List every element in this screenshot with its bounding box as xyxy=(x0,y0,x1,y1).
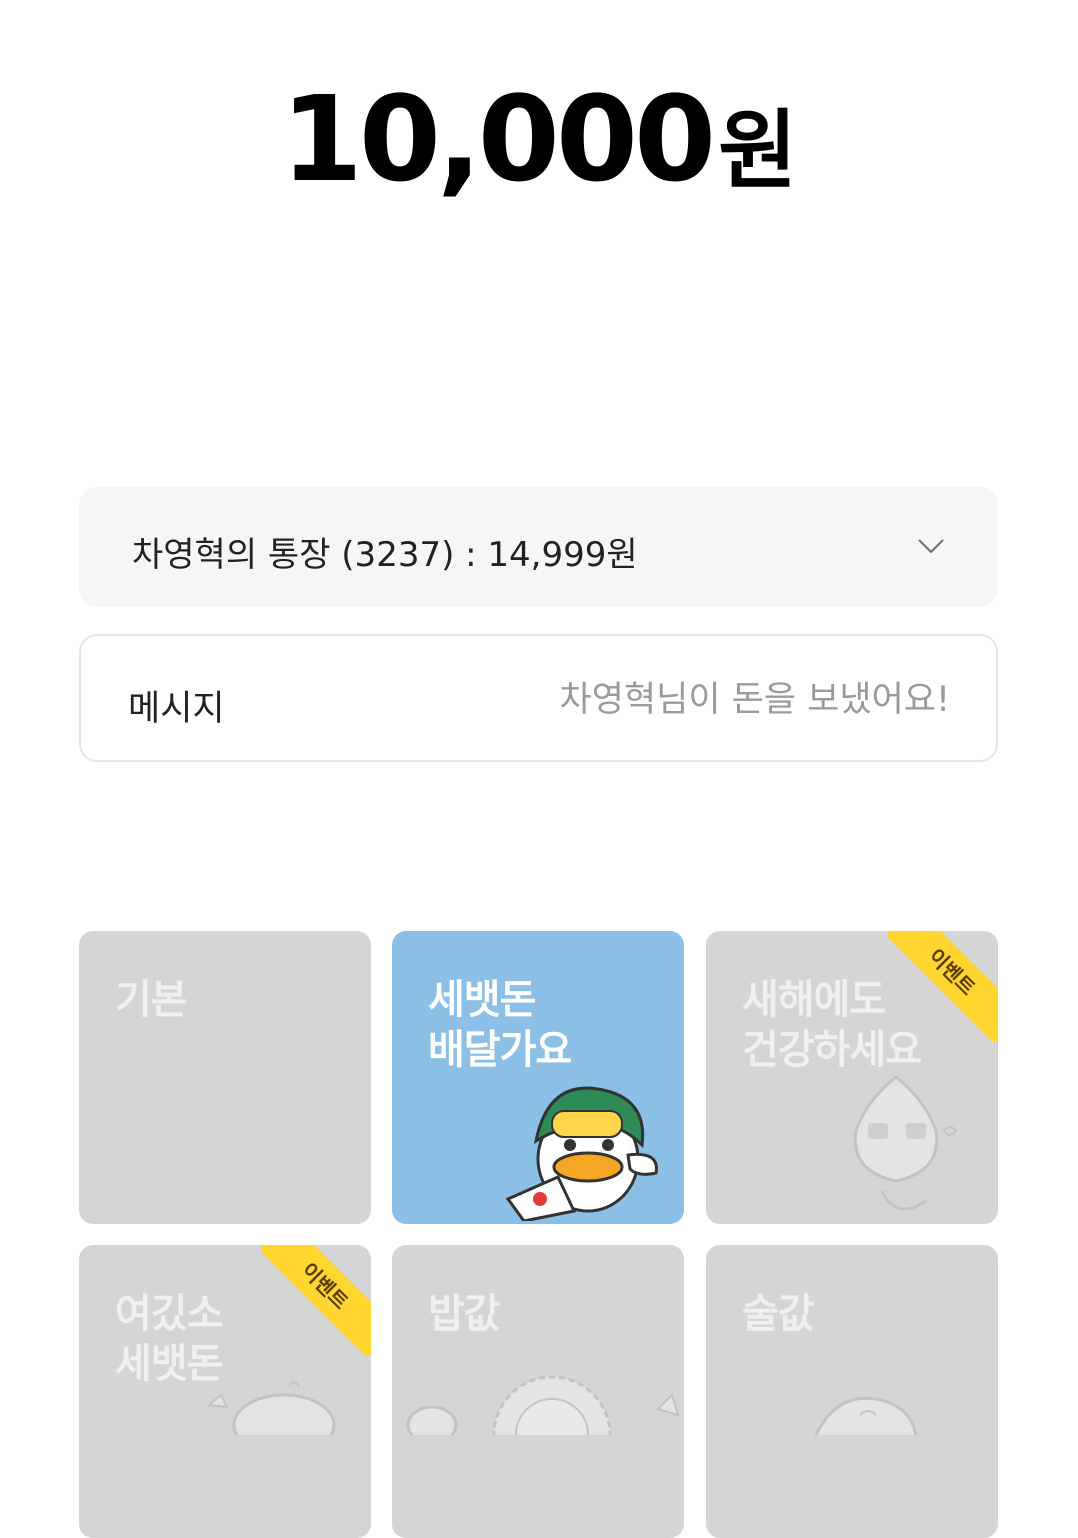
card-drink-money[interactable]: 술값 xyxy=(706,1245,998,1538)
amount-unit: 원 xyxy=(718,101,798,201)
card-title: 기본 xyxy=(115,977,188,1023)
card-title: 세뱃돈 배달가요 xyxy=(428,977,572,1073)
card-meal-money[interactable]: 밥값 xyxy=(392,1245,684,1538)
card-new-year-delivery[interactable]: 세뱃돈 배달가요 xyxy=(392,931,684,1224)
account-selector[interactable]: 차영혁의 통장 (3237) : 14,999원 xyxy=(79,487,998,607)
event-badge: 이벤트 xyxy=(888,931,998,1041)
cow-character-illustration xyxy=(206,1381,336,1435)
meal-illustration xyxy=(406,1375,680,1435)
card-stay-healthy[interactable]: 새해에도 건강하세요 이벤트 xyxy=(706,931,998,1224)
card-title: 밥값 xyxy=(428,1291,501,1337)
event-badge: 이벤트 xyxy=(261,1245,371,1355)
peach-character-illustration xyxy=(853,1075,958,1211)
message-field[interactable]: 메시지 xyxy=(79,634,998,762)
card-title: 술값 xyxy=(742,1291,815,1337)
duck-mascot-illustration xyxy=(505,1086,658,1221)
amount-value: 10,000 xyxy=(280,70,716,208)
amount-display: 10,000원 xyxy=(0,70,1078,208)
message-input[interactable] xyxy=(430,672,950,728)
message-label: 메시지 xyxy=(128,689,225,729)
card-here-new-year-money[interactable]: 여깄소 세뱃돈 이벤트 xyxy=(79,1245,371,1538)
chevron-down-icon xyxy=(918,539,944,554)
card-basic[interactable]: 기본 xyxy=(79,931,371,1224)
account-label: 차영혁의 통장 (3237) : 14,999원 xyxy=(132,535,638,575)
drink-character-illustration xyxy=(814,1396,918,1435)
